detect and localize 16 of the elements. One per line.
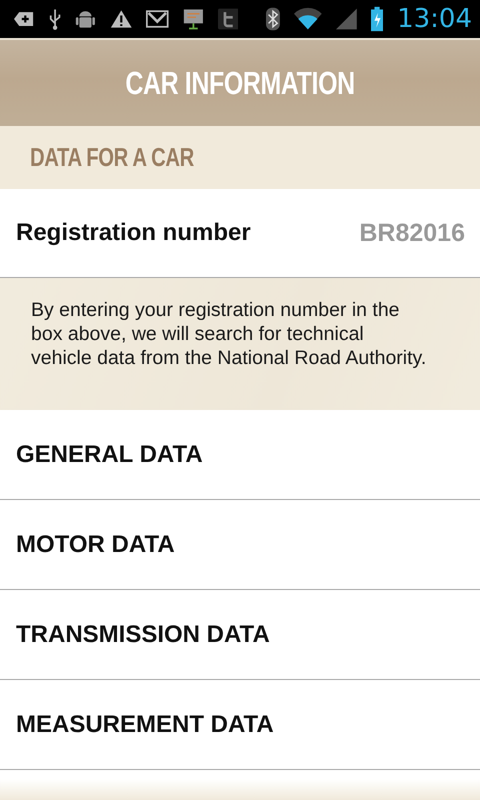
battery-charging-icon [370, 5, 384, 33]
menu-item[interactable]: MOTOR DATA [0, 500, 480, 590]
page-title: CAR INFORMATION [125, 64, 355, 102]
bluetooth-icon [266, 6, 280, 32]
warning-icon [110, 8, 132, 30]
registration-label: Registration number [16, 219, 251, 247]
add-notification-icon [14, 9, 35, 29]
menu-item[interactable]: GENERAL DATA [0, 410, 480, 500]
wifi-icon [294, 7, 322, 31]
mail-icon [146, 9, 169, 29]
signal-icon [336, 7, 357, 31]
menu-item[interactable]: TRANSMISSION DATA [0, 590, 480, 680]
bird-app-icon [218, 7, 238, 31]
status-time: 13:04 [397, 4, 472, 34]
section-title: DATA FOR A CAR [30, 142, 194, 173]
info-text: By entering your registration number in the box above, we will search for technical vehicle data from the National Road Authority. [31, 298, 428, 370]
